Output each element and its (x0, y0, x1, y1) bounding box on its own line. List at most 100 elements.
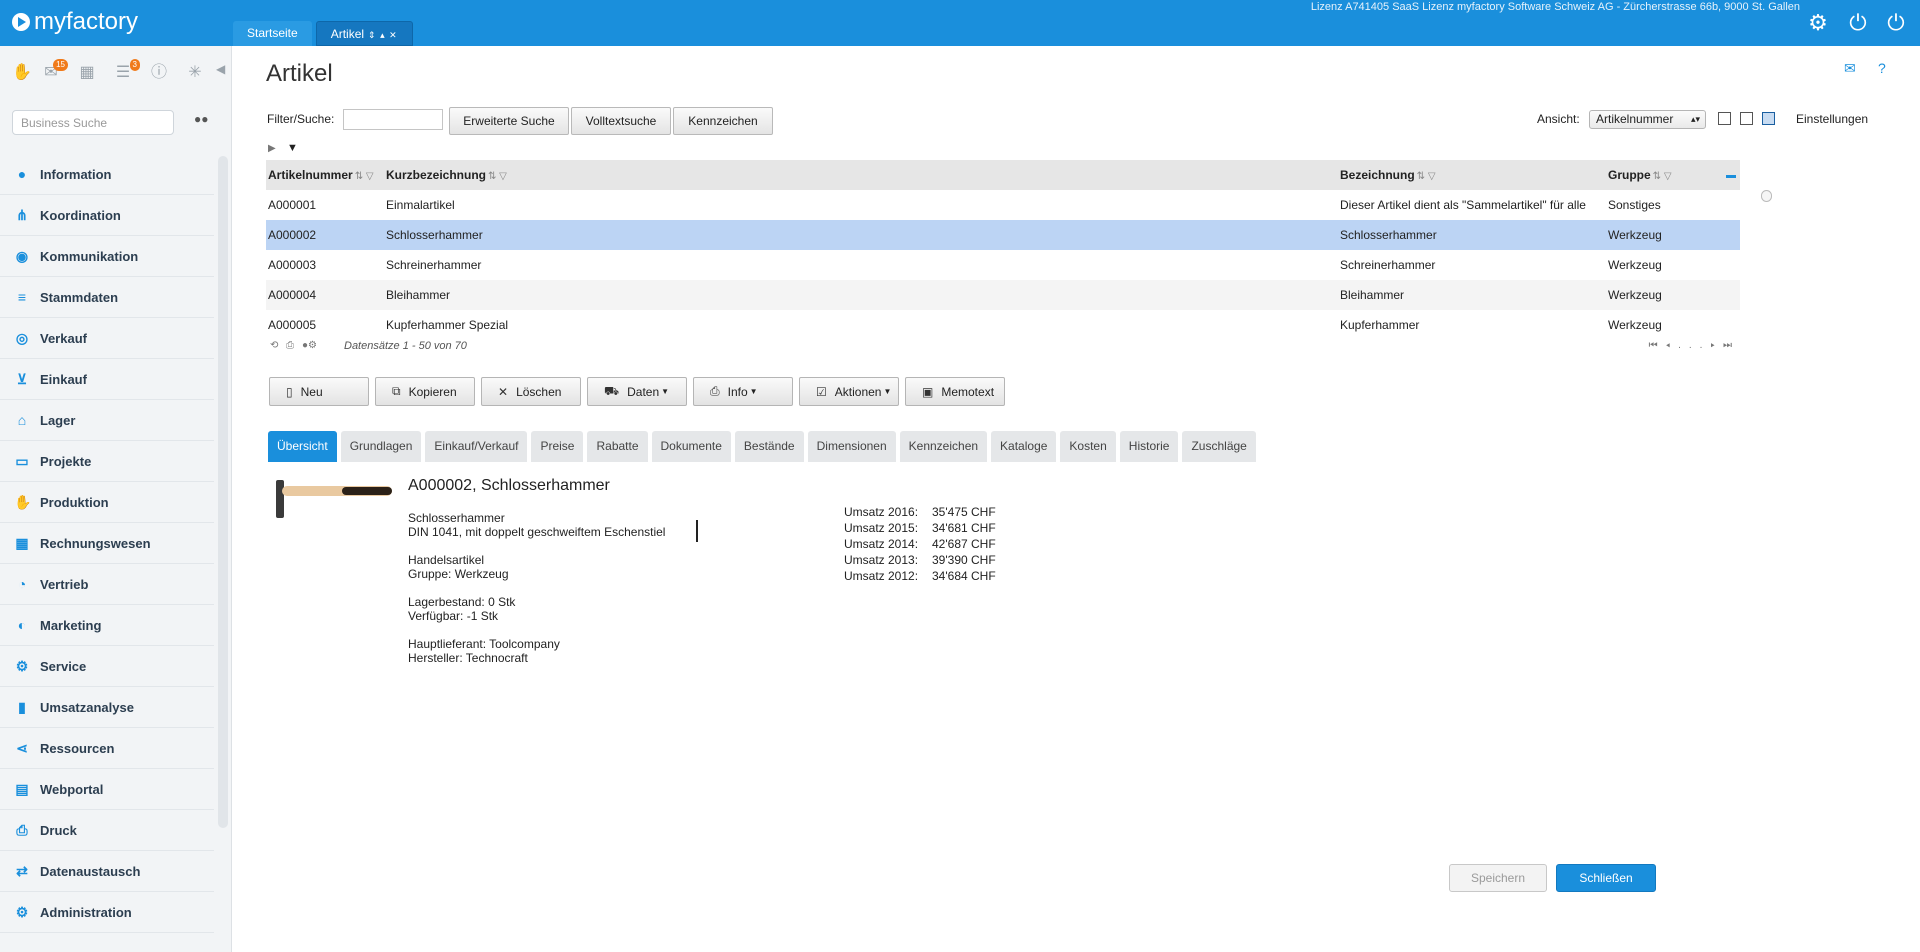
sidebar-item-webportal[interactable]: ▤ Webportal (0, 769, 214, 810)
sort-filter-icon[interactable]: ⇅ ▽ (488, 171, 507, 182)
sidebar-item-produktion[interactable]: ✋ Produktion (0, 482, 214, 523)
collapse-sidebar-icon[interactable]: ◀ (216, 62, 225, 76)
tab-historie[interactable]: Historie (1119, 431, 1179, 462)
filter-active-icon[interactable]: ▼ (287, 142, 298, 154)
filter-search-input[interactable] (343, 109, 443, 130)
tab-controls-icon[interactable]: ⇕ ▴ ✕ (368, 30, 398, 40)
sidebar-item-einkauf[interactable]: ⊻ Einkauf (0, 359, 214, 400)
select-arrows-icon: ▴▾ (1690, 114, 1700, 124)
column-header-artikelnummer[interactable]: Artikelnummer ⇅ ▽ (266, 168, 386, 182)
memo-button[interactable]: ▣ Memotext (905, 377, 1005, 406)
help-icon[interactable]: ? (1878, 60, 1886, 76)
sidebar-item-datenaustausch[interactable]: ⇄ Datenaustausch (0, 851, 214, 892)
sidebar-item-service[interactable]: ⚙ Service (0, 646, 214, 687)
delete-button[interactable]: ✕ Löschen (481, 377, 581, 406)
column-label: Bezeichnung (1340, 168, 1415, 182)
table-row[interactable]: A000004 Bleihammer Bleihammer Werkzeug (266, 280, 1740, 310)
tab-dimensionen[interactable]: Dimensionen (807, 431, 896, 462)
power-icon[interactable]: ⏻ (1846, 11, 1870, 35)
column-header-gruppe[interactable]: Gruppe ⇅ ▽ (1606, 168, 1726, 182)
tab-startseite[interactable]: Startseite (233, 21, 312, 46)
exchange-icon: ⇄ (16, 863, 28, 879)
fulltext-search-button[interactable]: Volltextsuche (571, 107, 671, 135)
settings-link[interactable]: Einstellungen (1796, 112, 1868, 126)
settings-icon[interactable]: ●⚙ (302, 340, 317, 351)
tab-einkauf-verkauf[interactable]: Einkauf/Verkauf (425, 431, 528, 462)
sidebar-item-vertrieb[interactable]: ◔ Vertrieb (0, 564, 214, 605)
sidebar-item-lager[interactable]: ⌂ Lager (0, 400, 214, 441)
sidebar-item-verkauf[interactable]: ◎ Verkauf (0, 318, 214, 359)
first-page-icon[interactable]: ⏮ (1649, 340, 1666, 351)
view-split-icon[interactable] (1740, 112, 1753, 125)
close-button[interactable]: Schließen (1556, 864, 1656, 892)
tab-bestaende[interactable]: Bestände (734, 431, 804, 462)
power-settings-icon[interactable]: ⏻ (1884, 11, 1908, 35)
tab-artikel[interactable]: Artikel ⇕ ▴ ✕ (315, 21, 413, 46)
tab-kosten[interactable]: Kosten (1060, 431, 1116, 462)
sidebar-item-projekte[interactable]: ▭ Projekte (0, 441, 214, 482)
tab-kennzeichen[interactable]: Kennzeichen (899, 431, 988, 462)
marker-button[interactable]: Kennzeichen (673, 107, 773, 135)
copy-button[interactable]: ⧉ Kopieren (375, 377, 475, 406)
next-page-icon[interactable]: ▸ (1710, 340, 1723, 351)
table-row[interactable]: A000003 Schreinerhammer Schreinerhammer … (266, 250, 1740, 280)
collapse-all-icon[interactable]: ✳ (182, 62, 208, 84)
extended-search-button[interactable]: Erweiterte Suche (449, 107, 569, 135)
sidebar-item-koordination[interactable]: ⋔ Koordination (0, 195, 214, 236)
sidebar-item-rechnungswesen[interactable]: ▦ Rechnungswesen (0, 523, 214, 564)
prev-page-icon[interactable]: ◂ (1666, 340, 1679, 351)
pager-ellipsis[interactable]: ... (1678, 340, 1710, 351)
business-search-input[interactable] (12, 110, 174, 135)
view-single-icon[interactable] (1718, 112, 1731, 125)
tasks-icon[interactable]: ☰ 3 (110, 59, 140, 84)
actions-menu-button[interactable]: ☑ Aktionen ▼ (799, 377, 899, 406)
mail-icon[interactable]: ✉ (1844, 60, 1856, 77)
sidebar-item-stammdaten[interactable]: ≡ Stammdaten (0, 277, 214, 318)
table-row[interactable]: A000001 Einmalartikel Dieser Artikel die… (266, 190, 1740, 220)
search-options-icon[interactable]: ●● (194, 112, 209, 126)
notification-badge: 15 (53, 59, 68, 71)
sidebar-item-administration[interactable]: ⚙ Administration (0, 892, 214, 933)
table-row[interactable]: A000005 Kupferhammer Spezial Kupferhamme… (266, 310, 1740, 340)
refresh-icon[interactable]: ⟲ (270, 340, 278, 351)
tab-kataloge[interactable]: Kataloge (991, 431, 1057, 462)
tab-zuschlaege[interactable]: Zuschläge (1182, 431, 1256, 462)
view-detail-icon[interactable] (1762, 112, 1775, 125)
column-header-bezeichnung[interactable]: Bezeichnung ⇅ ▽ (1336, 168, 1606, 182)
cell-bezeichnung: Kupferhammer (1340, 318, 1420, 332)
data-menu-button[interactable]: ⛟ Daten ▼ (587, 377, 687, 406)
sort-filter-icon[interactable]: ⇅ ▽ (1417, 171, 1436, 182)
tab-rabatte[interactable]: Rabatte (587, 431, 648, 462)
sidebar-item-kommunikation[interactable]: ◉ Kommunikation (0, 236, 214, 277)
tab-grundlagen[interactable]: Grundlagen (340, 431, 422, 462)
info-menu-button[interactable]: ⎙ Info ▼ (693, 377, 793, 406)
notifications-icon[interactable]: ✉ 15 (38, 59, 68, 84)
print-icon[interactable]: ⎙ (286, 340, 294, 351)
tab-preise[interactable]: Preise (531, 431, 584, 462)
sidebar-item-ressourcen[interactable]: ⋖ Ressourcen (0, 728, 214, 769)
info-icon[interactable]: ⓘ (146, 62, 172, 84)
new-button[interactable]: ▯ Neu (269, 377, 369, 406)
save-button[interactable]: Speichern (1449, 864, 1547, 892)
column-chooser-icon[interactable]: ▬ (1726, 170, 1740, 181)
column-header-kurzbezeichnung[interactable]: Kurzbezeichnung ⇅ ▽ (386, 168, 1336, 182)
expand-arrow-icon[interactable]: ▶ (268, 143, 276, 154)
sort-filter-icon[interactable]: ⇅ ▽ (355, 171, 374, 182)
sidebar-scrollbar[interactable] (218, 156, 228, 828)
grid-scrollbar[interactable] (1761, 190, 1773, 340)
sidebar-item-information[interactable]: ● Information (0, 154, 214, 195)
tab-uebersicht[interactable]: Übersicht (268, 431, 337, 462)
hand-icon[interactable]: ✋ (12, 62, 32, 84)
view-label: Ansicht: (1537, 112, 1580, 126)
sidebar-item-marketing[interactable]: ◐ Marketing (0, 605, 214, 646)
gear-icon[interactable]: ⚙ (1806, 11, 1830, 35)
tab-dokumente[interactable]: Dokumente (651, 431, 731, 462)
sidebar-item-druck[interactable]: ⎙ Druck (0, 810, 214, 851)
sidebar-item-umsatzanalyse[interactable]: ▮ Umsatzanalyse (0, 687, 214, 728)
scrollbar-thumb[interactable] (1761, 190, 1772, 202)
sort-filter-icon[interactable]: ⇅ ▽ (1653, 171, 1672, 182)
calendar-icon[interactable]: ▦ (74, 62, 100, 84)
table-row-selected[interactable]: A000002 Schlosserhammer Schlosserhammer … (266, 220, 1740, 250)
view-select[interactable]: Artikelnummer ▴▾ (1589, 110, 1706, 129)
last-page-icon[interactable]: ⏭ (1723, 340, 1740, 351)
